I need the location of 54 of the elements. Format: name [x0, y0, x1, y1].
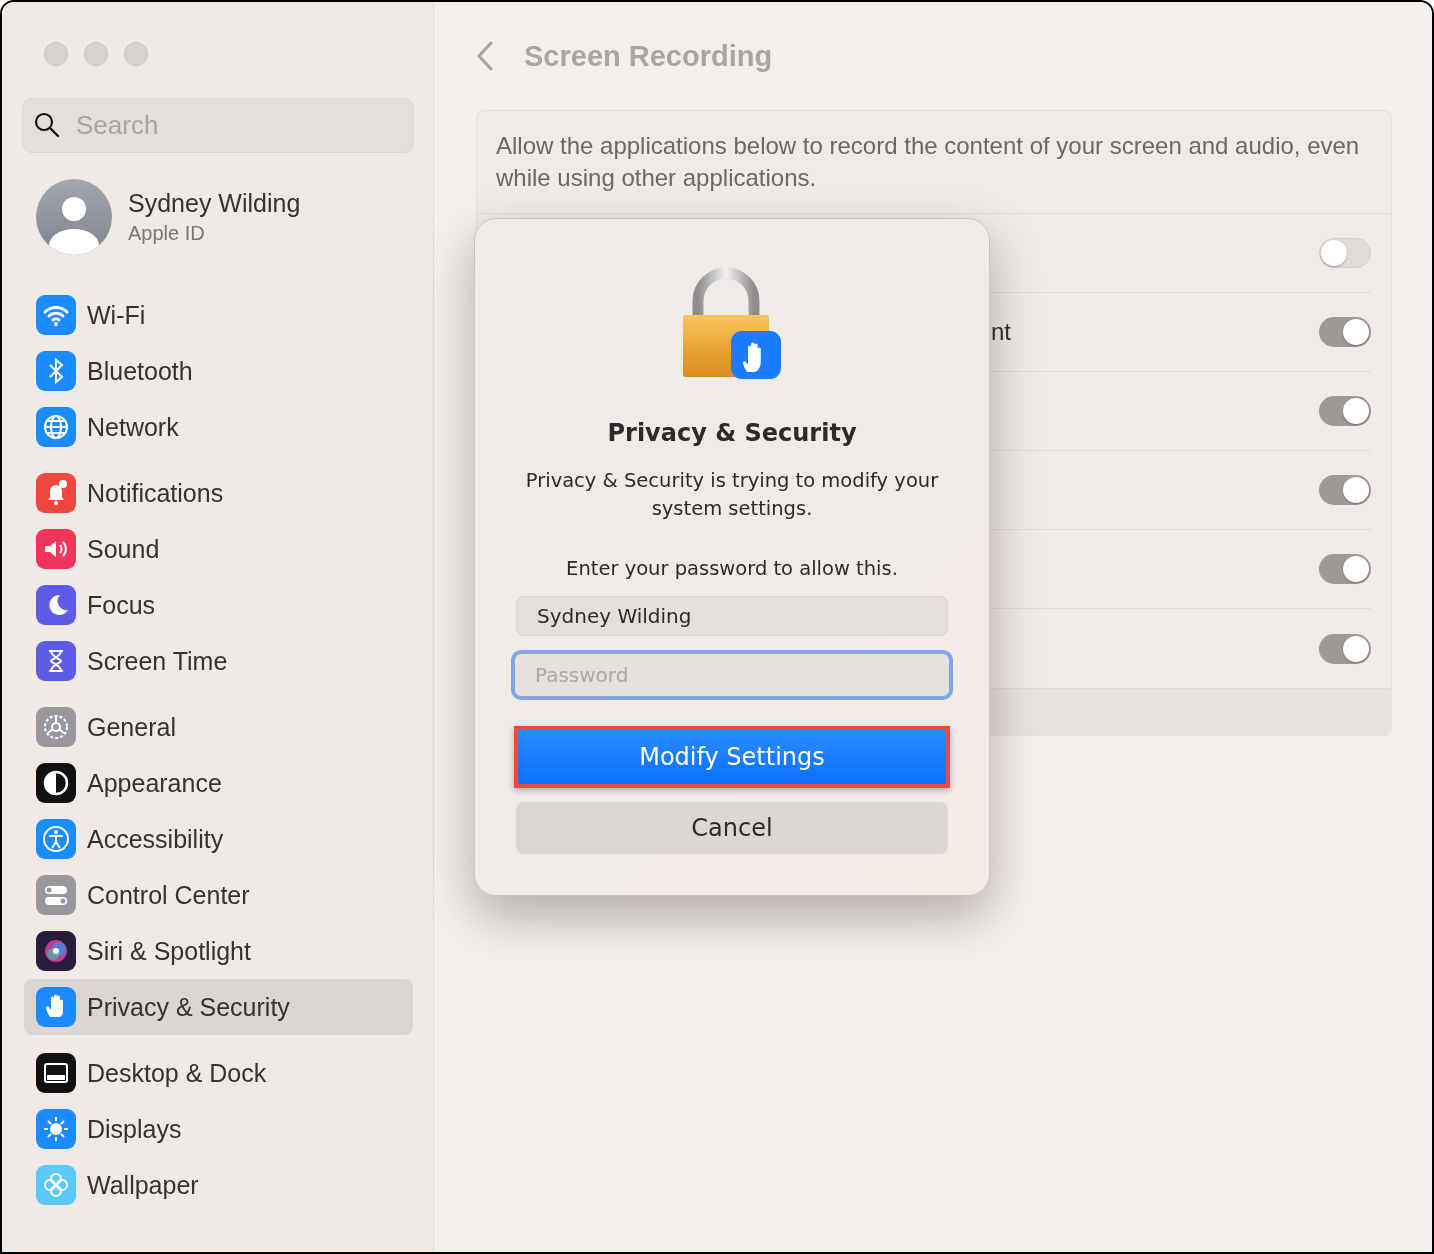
- moon-icon: [36, 585, 76, 625]
- toggle-switch[interactable]: [1319, 317, 1371, 347]
- back-icon[interactable]: [476, 41, 494, 71]
- page-title: Screen Recording: [524, 39, 773, 73]
- speaker-icon: [36, 529, 76, 569]
- sidebar-item[interactable]: Focus: [24, 585, 413, 625]
- sidebar-item[interactable]: Control Center: [24, 875, 413, 915]
- modify-settings-button[interactable]: Modify Settings: [518, 730, 946, 784]
- sidebar-item[interactable]: Network: [24, 407, 413, 447]
- orb-icon: [36, 931, 76, 971]
- bluetooth-icon: [36, 351, 76, 391]
- sidebar-item[interactable]: Appearance: [24, 763, 413, 803]
- flower-icon: [36, 1165, 76, 1205]
- sidebar-item[interactable]: Notifications: [24, 473, 413, 513]
- hand-icon: [36, 987, 76, 1027]
- sidebar-item[interactable]: Screen Time: [24, 641, 413, 681]
- dialog-message: Privacy & Security is trying to modify your system settings.: [524, 468, 940, 522]
- wifi-icon: [36, 295, 76, 335]
- password-field[interactable]: Password: [511, 650, 953, 700]
- sidebar-item[interactable]: General: [24, 707, 413, 747]
- dialog-title: Privacy & Security: [607, 419, 857, 447]
- toggle-switch[interactable]: [1319, 554, 1371, 584]
- sidebar-item[interactable]: Siri & Spotlight: [24, 931, 413, 971]
- sidebar-item[interactable]: Desktop & Dock: [24, 1053, 413, 1093]
- switches-icon: [36, 875, 76, 915]
- dock-icon: [36, 1053, 76, 1093]
- toggle-switch[interactable]: [1319, 396, 1371, 426]
- cancel-button[interactable]: Cancel: [516, 802, 948, 854]
- sidebar-item[interactable]: Sound: [24, 529, 413, 569]
- sidebar-item[interactable]: Wallpaper: [24, 1165, 413, 1205]
- gear-icon: [36, 707, 76, 747]
- toggle-switch[interactable]: [1319, 475, 1371, 505]
- search-field[interactable]: Search: [22, 98, 414, 153]
- sidebar-item[interactable]: Wi-Fi: [24, 295, 413, 335]
- sidebar-item[interactable]: Accessibility: [24, 819, 413, 859]
- accessibility-icon: [36, 819, 76, 859]
- sun-icon: [36, 1109, 76, 1149]
- bell-icon: [36, 473, 76, 513]
- sidebar-item[interactable]: Displays: [24, 1109, 413, 1149]
- toggle-switch[interactable]: [1319, 633, 1371, 664]
- username-field[interactable]: Sydney Wilding: [516, 596, 948, 636]
- sidebar-item[interactable]: Bluetooth: [24, 351, 413, 391]
- avatar-icon[interactable]: [36, 179, 112, 255]
- description-text: Allow the applications below to record the content of your screen and audio, even while using other applications.: [477, 111, 1391, 214]
- search-icon: [34, 112, 60, 138]
- sidebar-item[interactable]: Privacy & Security: [24, 979, 413, 1035]
- hourglass-icon: [36, 641, 76, 681]
- account-name[interactable]: Sydney Wilding: [128, 189, 301, 218]
- toggle-switch[interactable]: [1319, 238, 1371, 268]
- globe-icon: [36, 407, 76, 447]
- lock-icon: [681, 267, 783, 381]
- app-name: nt: [990, 318, 1011, 346]
- account-subtitle: Apple ID: [128, 222, 206, 245]
- dialog-prompt: Enter your password to allow this.: [566, 557, 898, 580]
